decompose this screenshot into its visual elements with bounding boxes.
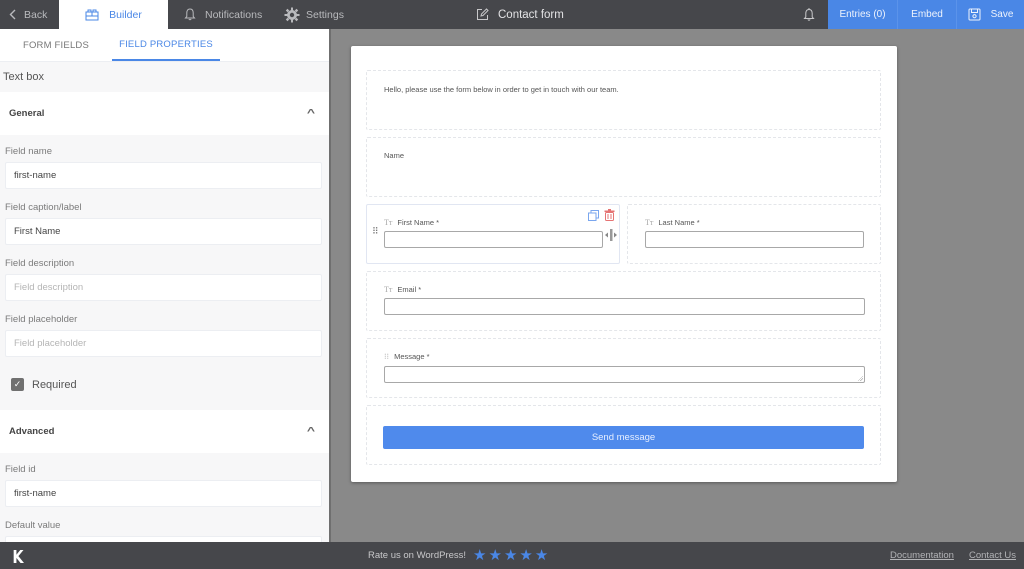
chevron-up-icon: ^ (306, 108, 316, 119)
advanced-section-title: Advanced (9, 426, 55, 437)
general-section-body: Field name first-name Field caption/labe… (0, 135, 329, 402)
email-label-row: Tт Email * (384, 285, 421, 294)
tab-form-fields[interactable]: FORM FIELDS (0, 29, 112, 61)
floppy-disk-icon (968, 8, 981, 21)
last-name-input[interactable] (645, 231, 864, 248)
bell-icon (803, 7, 815, 21)
chevron-left-icon (9, 9, 16, 20)
required-label: Required (32, 378, 77, 391)
default-value-label: Default value (5, 519, 61, 531)
checkmark-icon: ✓ (13, 379, 22, 389)
field-placeholder-label: Field placeholder (5, 313, 78, 325)
notifications-bell-button[interactable] (790, 0, 828, 29)
star-icon[interactable]: ★ (473, 548, 486, 563)
field-id-label: Field id (5, 463, 36, 475)
required-checkbox[interactable]: ✓ (11, 378, 24, 391)
chevron-up-icon: ^ (306, 426, 316, 437)
message-block[interactable]: ⁝⁝ Message * (366, 338, 881, 398)
star-icon[interactable]: ★ (489, 548, 502, 563)
advanced-section-body: Field id first-name Default value (0, 453, 329, 542)
rating-stars[interactable]: ★ ★ ★ ★ ★ (473, 548, 548, 563)
name-heading: Name (384, 151, 405, 160)
name-heading-block[interactable]: Name (366, 137, 881, 197)
entries-label: Entries (0) (839, 9, 886, 20)
edit-icon (477, 8, 489, 20)
advanced-section-header[interactable]: Advanced ^ (0, 410, 329, 453)
text-field-icon: Tт (645, 218, 654, 227)
contact-us-link[interactable]: Contact Us (969, 542, 1016, 569)
footer-bar: K Rate us on WordPress! ★ ★ ★ ★ ★ Docume… (0, 542, 1024, 569)
rate-text: Rate us on WordPress! (368, 550, 467, 561)
sidebar-tabs: FORM FIELDS FIELD PROPERTIES (0, 29, 329, 62)
message-textarea[interactable] (384, 366, 865, 383)
notifications-label: Notifications (205, 8, 263, 21)
builder-label: Builder (109, 8, 142, 21)
last-name-label: Last Name * (658, 218, 700, 227)
textarea-icon: ⁝⁝ (384, 352, 390, 361)
field-placeholder-input[interactable]: Field placeholder (5, 330, 322, 357)
top-bar: Back Builder Notifications Settings Cont… (0, 0, 1024, 29)
documentation-link[interactable]: Documentation (890, 542, 954, 569)
app-logo: K (12, 547, 24, 568)
field-name-label: Field name (5, 145, 52, 157)
required-row: ✓ Required (5, 367, 320, 402)
back-label: Back (24, 8, 48, 21)
delete-icon[interactable] (604, 209, 615, 221)
general-section-header[interactable]: General ^ (0, 92, 329, 135)
properties-sidebar: FORM FIELDS FIELD PROPERTIES Text box Ge… (0, 29, 331, 542)
first-name-block[interactable]: Tт First Name * (366, 204, 620, 264)
resize-grip-icon[interactable] (857, 375, 863, 381)
drag-handle-icon[interactable]: ⠿ (372, 227, 379, 236)
send-message-button[interactable]: Send message (383, 426, 864, 449)
intro-text: Hello, please use the form below in orde… (384, 85, 619, 94)
first-name-label-row: Tт First Name * (384, 218, 439, 227)
embed-button[interactable]: Embed (898, 0, 957, 29)
field-id-input[interactable]: first-name (5, 480, 322, 507)
embed-label: Embed (911, 9, 943, 20)
text-field-icon: Tт (384, 285, 393, 294)
save-label: Save (990, 9, 1014, 20)
builder-icon (85, 9, 99, 20)
duplicate-icon[interactable] (588, 210, 599, 221)
form-preview-card: Hello, please use the form below in orde… (351, 46, 897, 482)
star-icon[interactable]: ★ (519, 548, 532, 563)
field-name-input[interactable]: first-name (5, 162, 322, 189)
star-icon[interactable]: ★ (535, 548, 548, 563)
message-label-row: ⁝⁝ Message * (384, 352, 430, 361)
save-button[interactable]: Save (957, 0, 1024, 29)
first-name-label: First Name * (397, 218, 440, 227)
resize-horizontal-icon[interactable] (605, 229, 617, 241)
general-section-title: General (9, 108, 45, 119)
settings-label: Settings (306, 8, 344, 21)
last-name-block[interactable]: Tт Last Name * (627, 204, 881, 264)
field-caption-input[interactable]: First Name (5, 218, 322, 245)
back-button[interactable]: Back (0, 0, 59, 29)
gear-icon (284, 7, 300, 22)
message-label: Message * (394, 352, 430, 361)
text-field-icon: Tт (384, 218, 393, 227)
form-title[interactable]: Contact form (476, 0, 564, 29)
field-caption-label: Field caption/label (5, 201, 82, 213)
builder-tab[interactable]: Builder (59, 0, 168, 29)
bell-icon (184, 8, 196, 21)
email-block[interactable]: Tт Email * (366, 271, 881, 331)
star-icon[interactable]: ★ (504, 548, 517, 563)
rate-us: Rate us on WordPress! ★ ★ ★ ★ ★ (368, 542, 548, 569)
field-description-label: Field description (5, 257, 75, 269)
last-name-label-row: Tт Last Name * (645, 218, 700, 227)
field-description-input[interactable]: Field description (5, 274, 322, 301)
form-title-text: Contact form (498, 8, 564, 21)
entries-button[interactable]: Entries (0) (828, 0, 898, 29)
settings-tab[interactable]: Settings (284, 0, 344, 29)
tab-field-properties[interactable]: FIELD PROPERTIES (112, 29, 220, 61)
intro-block[interactable]: Hello, please use the form below in orde… (366, 70, 881, 130)
first-name-input[interactable] (384, 231, 603, 248)
email-label: Email * (397, 285, 422, 294)
notifications-tab[interactable]: Notifications (168, 0, 284, 29)
email-input[interactable] (384, 298, 865, 315)
field-type-title: Text box (3, 71, 44, 83)
